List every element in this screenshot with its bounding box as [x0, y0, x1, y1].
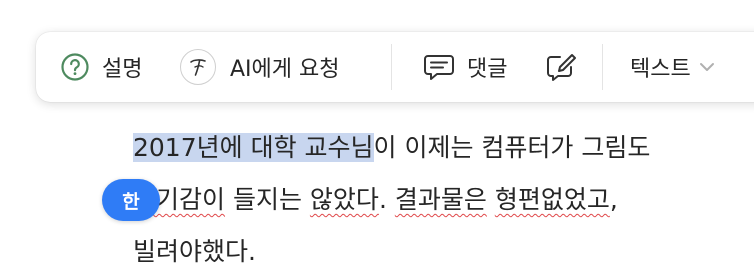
- text-style-dropdown[interactable]: 텍스트: [630, 32, 715, 102]
- text-style-label: 텍스트: [630, 57, 691, 82]
- comment-button[interactable]: 댓글: [423, 32, 507, 102]
- text-line: 빌려야했다.: [133, 237, 256, 266]
- floating-toolbar: 설명 AI에게 요청 댓글 텍스트: [36, 32, 754, 102]
- selected-text[interactable]: 2017년에 대학 교수님: [133, 133, 374, 162]
- text-line: 2017년에 대학 교수님이 이제는 컴퓨터가 그림도: [133, 122, 754, 174]
- text-segment: 들지는: [225, 185, 310, 214]
- chevron-down-icon: [699, 61, 715, 73]
- explain-button[interactable]: 설명: [60, 32, 142, 102]
- edit-note-icon: [544, 51, 578, 83]
- comment-label: 댓글: [467, 57, 508, 82]
- spellcheck-word[interactable]: 형편없었고: [495, 185, 610, 214]
- question-circle-icon: [60, 52, 90, 82]
- explain-label: 설명: [102, 57, 143, 82]
- comment-bubble-icon: [423, 52, 455, 82]
- spellcheck-word[interactable]: 않았다: [310, 185, 379, 214]
- edit-note-button[interactable]: [544, 32, 578, 102]
- text-segment: [487, 185, 495, 214]
- toolbar-divider: [602, 44, 603, 90]
- text-segment: 이 이제는 컴퓨터가 그림도: [373, 133, 651, 162]
- toolbar-divider: [391, 44, 392, 90]
- spellcheck-word[interactable]: 결과물은: [395, 185, 487, 214]
- text-segment: ,: [609, 185, 618, 214]
- ask-ai-label: AI에게 요청: [230, 57, 340, 82]
- text-line: 위기감이 들지는 않았다. 결과물은 형편없었고,: [133, 174, 754, 226]
- text-segment: .: [378, 185, 395, 214]
- document-body[interactable]: 2017년에 대학 교수님이 이제는 컴퓨터가 그림도 위기감이 들지는 않았다…: [133, 122, 754, 278]
- ai-pen-icon: [180, 49, 216, 85]
- ask-ai-button[interactable]: AI에게 요청: [180, 32, 340, 102]
- ime-language-badge[interactable]: 한: [102, 179, 160, 221]
